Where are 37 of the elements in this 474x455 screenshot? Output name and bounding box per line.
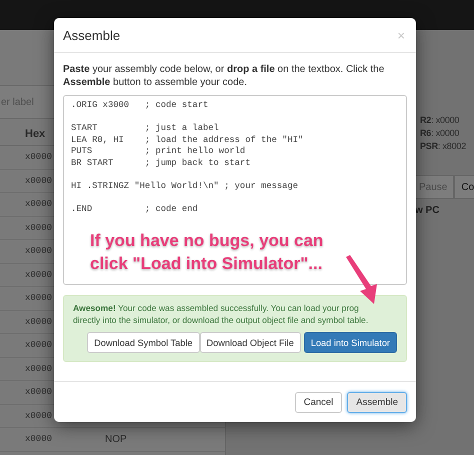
register-value: R2: x0000: [420, 114, 460, 127]
code-editor[interactable]: [63, 95, 407, 285]
annotation-text: If you have no bugs, you can click "Load into Simulator"...: [90, 230, 324, 275]
assemble-button[interactable]: Assemble: [347, 392, 407, 412]
code-line: START ; just a label: [71, 123, 220, 134]
table-cell: x0000: [25, 199, 52, 210]
table-cell: x0000: [25, 410, 52, 421]
table-cell: x0000: [25, 222, 52, 233]
code-line: PUTS ; print hello world: [71, 146, 246, 158]
table-cell: x0000: [25, 387, 52, 398]
column-header: Hex: [25, 128, 46, 140]
table-cell: x0000: [25, 364, 52, 374]
control-button[interactable]: Co: [454, 175, 474, 199]
table-cell: x0000: [25, 340, 52, 350]
code-line: BR START ; jump back to start: [71, 158, 252, 169]
code-line: .END ; code end: [71, 204, 199, 215]
table-cell: x0000: [25, 246, 52, 256]
table-cell: x0000: [25, 176, 52, 186]
register-value: PSR: x8002: [420, 140, 468, 153]
download-button[interactable]: Download Symbol Table: [87, 332, 200, 353]
code-line: .ORIG x3000 ; code start: [71, 100, 210, 112]
success-message: directly into the simulator, or download the output object file and symbol table.: [73, 314, 368, 326]
table-cell: x0000: [25, 316, 52, 327]
cancel-button[interactable]: Cancel: [294, 392, 342, 412]
table-cell: x0000: [25, 270, 52, 280]
dialog-title: Assemble: [63, 28, 120, 42]
table-cell: x0000: [25, 434, 52, 444]
instructions-text: Paste your assembly code below, or drop a file on the textbox. Click the Assemble button to assemble your code.: [63, 63, 386, 89]
success-message: Awesome! Your code was assembled successfully. You can load your prog: [73, 302, 359, 314]
download-button[interactable]: Download Object File: [200, 332, 301, 353]
code-line: LEA R0, HI ; load the address of the "HI": [71, 134, 304, 146]
table-cell: x0000: [25, 293, 52, 304]
table-cell: x0000: [25, 152, 52, 162]
code-line: HI .STRINGZ "Hello World!\n" ; your message: [71, 180, 299, 192]
load-button[interactable]: Load into Simulator: [304, 332, 397, 353]
table-cell: NOP: [105, 434, 127, 445]
register-value: R6: x0000: [420, 127, 460, 140]
